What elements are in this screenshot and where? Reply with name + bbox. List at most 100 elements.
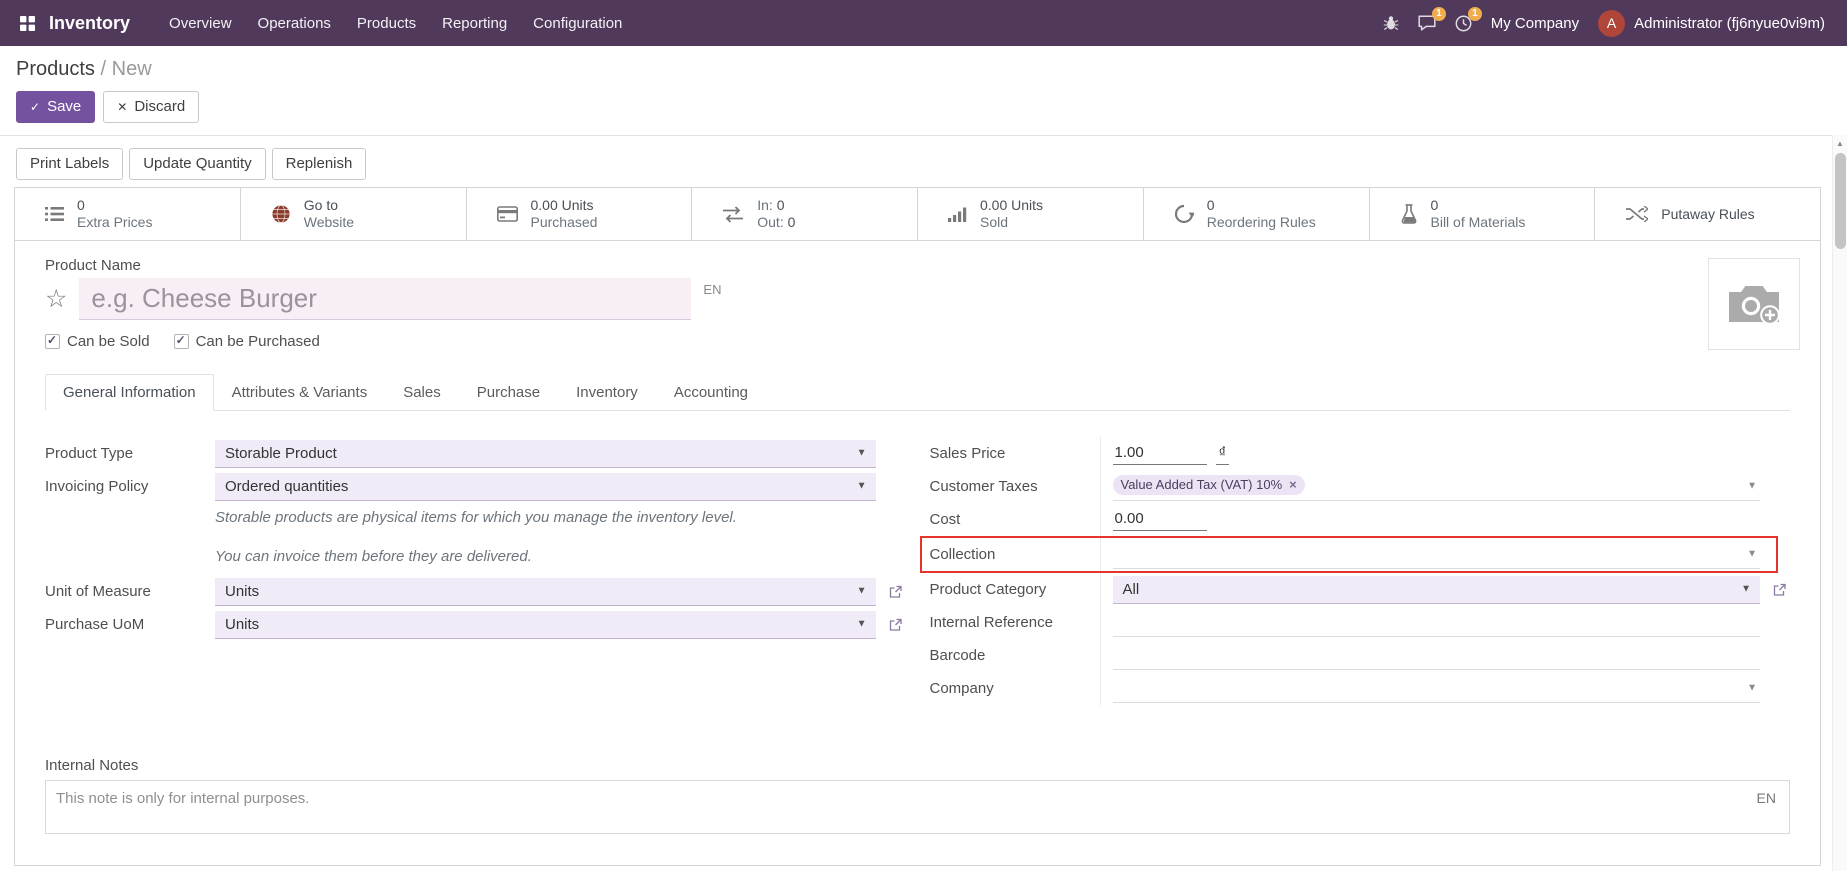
product-category-field[interactable]: All ▼ bbox=[1113, 576, 1761, 604]
sales-price-label: Sales Price bbox=[930, 445, 1100, 462]
can-be-sold-checkbox[interactable]: Can be Sold bbox=[45, 333, 150, 350]
checkbox-checked-icon bbox=[45, 334, 60, 349]
breadcrumb-products-link[interactable]: Products bbox=[16, 58, 95, 80]
product-name-input[interactable] bbox=[79, 278, 691, 320]
tab-general-information[interactable]: General Information bbox=[45, 374, 214, 411]
tax-tag: Value Added Tax (VAT) 10% × bbox=[1113, 475, 1305, 495]
bug-icon[interactable] bbox=[1383, 15, 1399, 31]
activities-clock-icon[interactable]: 1 bbox=[1455, 15, 1472, 32]
purchase-uom-label: Purchase UoM bbox=[45, 616, 215, 633]
can-be-purchased-checkbox[interactable]: Can be Purchased bbox=[174, 333, 320, 350]
app-name[interactable]: Inventory bbox=[49, 13, 130, 34]
notebook-tabs: General Information Attributes & Variant… bbox=[45, 374, 1790, 411]
print-labels-button[interactable]: Print Labels bbox=[16, 148, 123, 180]
translation-badge[interactable]: EN bbox=[1757, 790, 1776, 806]
save-button[interactable]: ✓ Save bbox=[16, 91, 95, 123]
chevron-down-icon: ▼ bbox=[857, 481, 867, 492]
chevron-down-icon[interactable]: ▼ bbox=[1747, 683, 1757, 694]
purchase-uom-field[interactable]: Units ▼ bbox=[215, 611, 876, 639]
menu-item-operations[interactable]: Operations bbox=[245, 2, 344, 45]
product-image-upload[interactable] bbox=[1708, 258, 1800, 350]
sales-price-input[interactable] bbox=[1113, 442, 1207, 465]
stat-button-sold[interactable]: 0.00 Units Sold bbox=[918, 188, 1144, 240]
flask-icon bbox=[1400, 204, 1418, 224]
menu-item-configuration[interactable]: Configuration bbox=[520, 2, 635, 45]
menu-item-products[interactable]: Products bbox=[344, 2, 429, 45]
user-name: Administrator (fj6nyue0vi9m) bbox=[1634, 15, 1825, 32]
product-type-label: Product Type bbox=[45, 445, 215, 462]
stat-button-bill-of-materials[interactable]: 0 Bill of Materials bbox=[1370, 188, 1596, 240]
vertical-scrollbar[interactable]: ▲ bbox=[1832, 135, 1847, 871]
stat-button-extra-prices[interactable]: 0 Extra Prices bbox=[15, 188, 241, 240]
replenish-button[interactable]: Replenish bbox=[272, 148, 367, 180]
stat-out-value: 0 bbox=[788, 214, 796, 230]
external-link-icon[interactable] bbox=[1773, 583, 1786, 596]
apps-menu-icon[interactable] bbox=[20, 16, 35, 31]
scrollbar-thumb[interactable] bbox=[1835, 153, 1846, 249]
signal-icon bbox=[948, 207, 967, 222]
tab-inventory[interactable]: Inventory bbox=[558, 374, 656, 411]
menu-item-reporting[interactable]: Reporting bbox=[429, 2, 520, 45]
breadcrumb-separator: / bbox=[101, 58, 107, 80]
internal-reference-input[interactable] bbox=[1113, 609, 1761, 637]
navbar-menu: Overview Operations Products Reporting C… bbox=[156, 2, 635, 45]
activities-badge: 1 bbox=[1468, 7, 1482, 21]
tab-purchase[interactable]: Purchase bbox=[459, 374, 558, 411]
company-switcher[interactable]: My Company bbox=[1491, 15, 1579, 32]
cost-input[interactable] bbox=[1113, 508, 1207, 531]
unit-of-measure-field[interactable]: Units ▼ bbox=[215, 578, 876, 606]
translation-badge[interactable]: EN bbox=[703, 282, 721, 297]
company-row: Company ▼ bbox=[930, 672, 1791, 705]
chevron-down-icon[interactable]: ▼ bbox=[1747, 481, 1757, 492]
remove-tag-icon[interactable]: × bbox=[1289, 478, 1297, 491]
unit-of-measure-label: Unit of Measure bbox=[45, 583, 215, 600]
help-line: Storable products are physical items for… bbox=[215, 509, 906, 526]
globe-icon bbox=[271, 204, 291, 224]
barcode-label: Barcode bbox=[930, 647, 1100, 664]
menu-item-overview[interactable]: Overview bbox=[156, 2, 245, 45]
scroll-up-arrow-icon[interactable]: ▲ bbox=[1833, 135, 1847, 151]
chevron-down-icon: ▼ bbox=[857, 586, 867, 597]
shuffle-icon bbox=[1625, 206, 1648, 222]
barcode-input[interactable] bbox=[1113, 642, 1761, 670]
navbar-app-area: Inventory bbox=[20, 13, 130, 34]
stat-label: Website bbox=[304, 214, 354, 231]
customer-taxes-field[interactable]: Value Added Tax (VAT) 10% × ▼ bbox=[1113, 473, 1761, 501]
external-link-icon[interactable] bbox=[889, 585, 902, 598]
tab-sales[interactable]: Sales bbox=[385, 374, 459, 411]
cost-row: Cost bbox=[930, 503, 1791, 536]
stat-button-go-to-website[interactable]: Go to Website bbox=[241, 188, 467, 240]
update-quantity-button[interactable]: Update Quantity bbox=[129, 148, 265, 180]
favorite-star-icon[interactable]: ☆ bbox=[45, 287, 67, 312]
stat-button-transfers[interactable]: In: 0 Out: 0 bbox=[692, 188, 918, 240]
company-field[interactable]: ▼ bbox=[1113, 675, 1761, 703]
external-link-icon[interactable] bbox=[889, 618, 902, 631]
checkbox-checked-icon bbox=[174, 334, 189, 349]
stat-label: Reordering Rules bbox=[1207, 214, 1316, 231]
refresh-icon bbox=[1174, 204, 1194, 224]
collection-field[interactable]: ▼ bbox=[1113, 541, 1761, 569]
user-menu[interactable]: A Administrator (fj6nyue0vi9m) bbox=[1598, 10, 1825, 37]
stat-button-row: 0 Extra Prices Go to Website 0.00 Units … bbox=[15, 188, 1820, 241]
chevron-down-icon[interactable]: ▼ bbox=[1747, 549, 1757, 560]
stat-value: 0 bbox=[77, 197, 152, 214]
tab-attributes-variants[interactable]: Attributes & Variants bbox=[214, 374, 386, 411]
stat-label: Bill of Materials bbox=[1431, 214, 1526, 231]
invoicing-policy-select[interactable]: Ordered quantities ▼ bbox=[215, 473, 876, 501]
stat-in-value: 0 bbox=[777, 197, 785, 213]
messages-icon[interactable]: 1 bbox=[1418, 15, 1436, 31]
stat-out-label: Out: bbox=[757, 214, 783, 230]
stat-button-putaway-rules[interactable]: Putaway Rules bbox=[1595, 188, 1820, 240]
product-type-help-text: Storable products are physical items for… bbox=[215, 509, 906, 565]
company-label: Company bbox=[930, 680, 1100, 697]
internal-notes-input[interactable] bbox=[46, 781, 1789, 833]
product-type-select[interactable]: Storable Product ▼ bbox=[215, 440, 876, 468]
stat-button-reordering-rules[interactable]: 0 Reordering Rules bbox=[1144, 188, 1370, 240]
internal-notes-section: Internal Notes EN bbox=[45, 757, 1790, 834]
tab-accounting[interactable]: Accounting bbox=[656, 374, 766, 411]
check-icon: ✓ bbox=[30, 101, 40, 113]
discard-button[interactable]: ✕ Discard bbox=[103, 91, 199, 123]
customer-taxes-row: Customer Taxes Value Added Tax (VAT) 10%… bbox=[930, 470, 1791, 503]
stat-button-purchased[interactable]: 0.00 Units Purchased bbox=[467, 188, 693, 240]
stat-value: 0 bbox=[1431, 197, 1526, 214]
